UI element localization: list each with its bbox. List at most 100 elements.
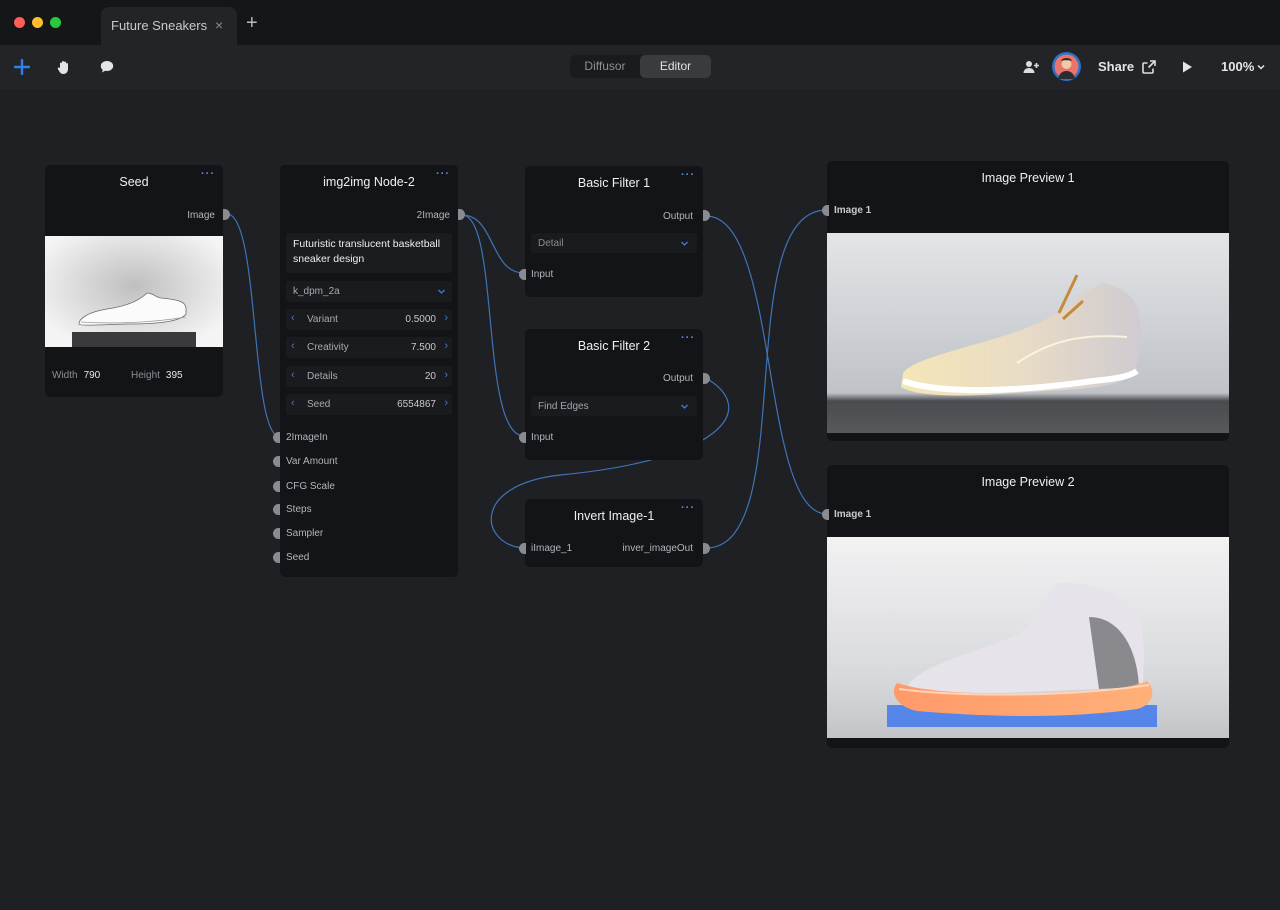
input-port-seed[interactable] [273, 552, 280, 563]
wire-img2img-to-filter1 [461, 214, 525, 274]
filter2-output-port[interactable] [703, 373, 710, 384]
add-node-button[interactable] [12, 57, 32, 77]
mode-diffusor-button[interactable]: Diffusor [570, 55, 640, 78]
input-port-sampler[interactable] [273, 528, 280, 539]
seed-node[interactable]: Seed ··· Image Width 790 Height 395 [45, 165, 230, 397]
img2img-node-menu-button[interactable]: ··· [436, 168, 450, 180]
preview1-input-port[interactable] [822, 205, 829, 216]
chevron-right-icon[interactable]: › [444, 369, 448, 381]
seed-height-label: Height [131, 370, 160, 381]
input-label-cfg-scale: CFG Scale [286, 481, 335, 492]
seed-param-label: Seed [307, 399, 331, 410]
mode-editor-button[interactable]: Editor [640, 55, 711, 78]
tab-label: Future Sneakers [111, 18, 208, 33]
maximize-window-button[interactable] [50, 17, 61, 28]
chevron-left-icon[interactable]: ‹ [291, 340, 295, 352]
wire-img2img-to-filter2 [461, 214, 525, 437]
creativity-stepper[interactable]: ‹ Creativity 7.500 › [286, 337, 452, 358]
minimize-window-button[interactable] [32, 17, 43, 28]
variant-label: Variant [307, 314, 338, 325]
preview2-input-port[interactable] [822, 509, 829, 520]
chevron-right-icon[interactable]: › [444, 312, 448, 324]
filter1-output-port[interactable] [703, 210, 710, 221]
filter2-title: Basic Filter 2 [577, 339, 651, 353]
basic-filter-2-node[interactable]: Basic Filter 2 ··· Output Find Edges Inp… [519, 329, 710, 460]
comment-icon [100, 61, 114, 73]
tab-future-sneakers[interactable]: Future Sneakers × [101, 7, 237, 45]
filter1-select-value: Detail [538, 238, 564, 249]
filter1-select[interactable]: Detail [531, 233, 697, 253]
invert-input-port[interactable] [519, 543, 526, 554]
sampler-value: k_dpm_2a [293, 286, 340, 297]
input-port-cfg-scale[interactable] [273, 481, 280, 492]
chevron-left-icon[interactable]: ‹ [291, 312, 295, 324]
input-port-2imagein[interactable] [273, 432, 280, 443]
add-user-button[interactable] [1021, 57, 1041, 77]
invert-output-port[interactable] [703, 543, 710, 554]
invert-menu-button[interactable]: ··· [681, 502, 695, 514]
creativity-label: Creativity [307, 342, 349, 353]
input-label-2imagein: 2ImageIn [286, 432, 328, 443]
variant-value: 0.5000 [405, 314, 436, 325]
chevron-right-icon[interactable]: › [444, 340, 448, 352]
seed-node-title: Seed [119, 175, 149, 189]
basic-filter-1-node[interactable]: Basic Filter 1 ··· Output Detail Input [519, 166, 710, 297]
zoom-select[interactable]: 100% [1221, 59, 1266, 74]
filter2-input-port[interactable] [519, 432, 526, 443]
input-label-seed: Seed [286, 552, 310, 563]
preview2-title: Image Preview 2 [981, 475, 1075, 489]
prompt-field[interactable]: Futuristic translucent basketball sneake… [286, 233, 452, 273]
seed-width-label: Width [52, 370, 78, 381]
seed-output-label: Image [187, 210, 215, 221]
share-button[interactable]: Share [1098, 59, 1134, 74]
seed-width: Width 790 [52, 370, 100, 381]
chevron-right-icon[interactable]: › [444, 397, 448, 409]
close-window-button[interactable] [14, 17, 25, 28]
sampler-select[interactable]: k_dpm_2a [286, 281, 452, 302]
preview2-input-label: Image 1 [834, 509, 872, 520]
new-tab-button[interactable]: + [246, 13, 258, 33]
img2img-node[interactable]: img2img Node-2 ··· 2Image Futuristic tra… [273, 165, 465, 577]
chevron-left-icon[interactable]: ‹ [291, 397, 295, 409]
run-button[interactable] [1177, 57, 1197, 77]
tab-close-icon[interactable]: × [215, 17, 223, 33]
filter2-menu-button[interactable]: ··· [681, 332, 695, 344]
plus-icon [14, 59, 30, 75]
img2img-output-label: 2Image [416, 210, 450, 221]
filter1-input-port[interactable] [519, 269, 526, 280]
user-avatar-icon [1054, 54, 1079, 79]
play-icon [1183, 61, 1192, 73]
hand-tool-button[interactable] [54, 57, 74, 77]
share-external-button[interactable] [1139, 57, 1159, 77]
details-label: Details [307, 371, 338, 382]
filter1-output-label: Output [662, 211, 693, 222]
seed-image [45, 236, 223, 347]
invert-image-node[interactable]: Invert Image-1 ··· iImage_1 inver_imageO… [519, 499, 710, 567]
chevron-left-icon[interactable]: ‹ [291, 369, 295, 381]
seed-height: Height 395 [131, 370, 183, 381]
details-stepper[interactable]: ‹ Details 20 › [286, 366, 452, 387]
seed-node-menu-button[interactable]: ··· [201, 168, 215, 180]
chevron-down-icon [681, 404, 688, 409]
seed-height-value: 395 [165, 370, 183, 381]
filter1-menu-button[interactable]: ··· [681, 169, 695, 181]
comment-button[interactable] [97, 57, 117, 77]
img2img-output-port[interactable] [458, 209, 465, 220]
filter2-select[interactable]: Find Edges [531, 396, 697, 416]
image-preview-2-node[interactable]: Image Preview 2 Image 1 [822, 465, 1229, 748]
creativity-value: 7.500 [410, 342, 436, 353]
preview2-image [827, 537, 1229, 738]
seed-output-port[interactable] [223, 209, 230, 220]
variant-stepper[interactable]: ‹ Variant 0.5000 › [286, 309, 452, 330]
title-bar: Future Sneakers × + [0, 0, 1280, 45]
input-port-var-amount[interactable] [273, 456, 280, 467]
img2img-node-title: img2img Node-2 [323, 175, 415, 189]
seed-stepper[interactable]: ‹ Seed 6554867 › [286, 394, 452, 415]
input-port-steps[interactable] [273, 504, 280, 515]
filter1-title: Basic Filter 1 [577, 176, 651, 190]
filter2-output-label: Output [662, 373, 693, 384]
avatar[interactable] [1052, 52, 1081, 81]
filter1-input-label: Input [531, 269, 554, 280]
image-preview-1-node[interactable]: Image Preview 1 Image 1 [822, 161, 1229, 441]
external-link-icon [1142, 60, 1156, 74]
